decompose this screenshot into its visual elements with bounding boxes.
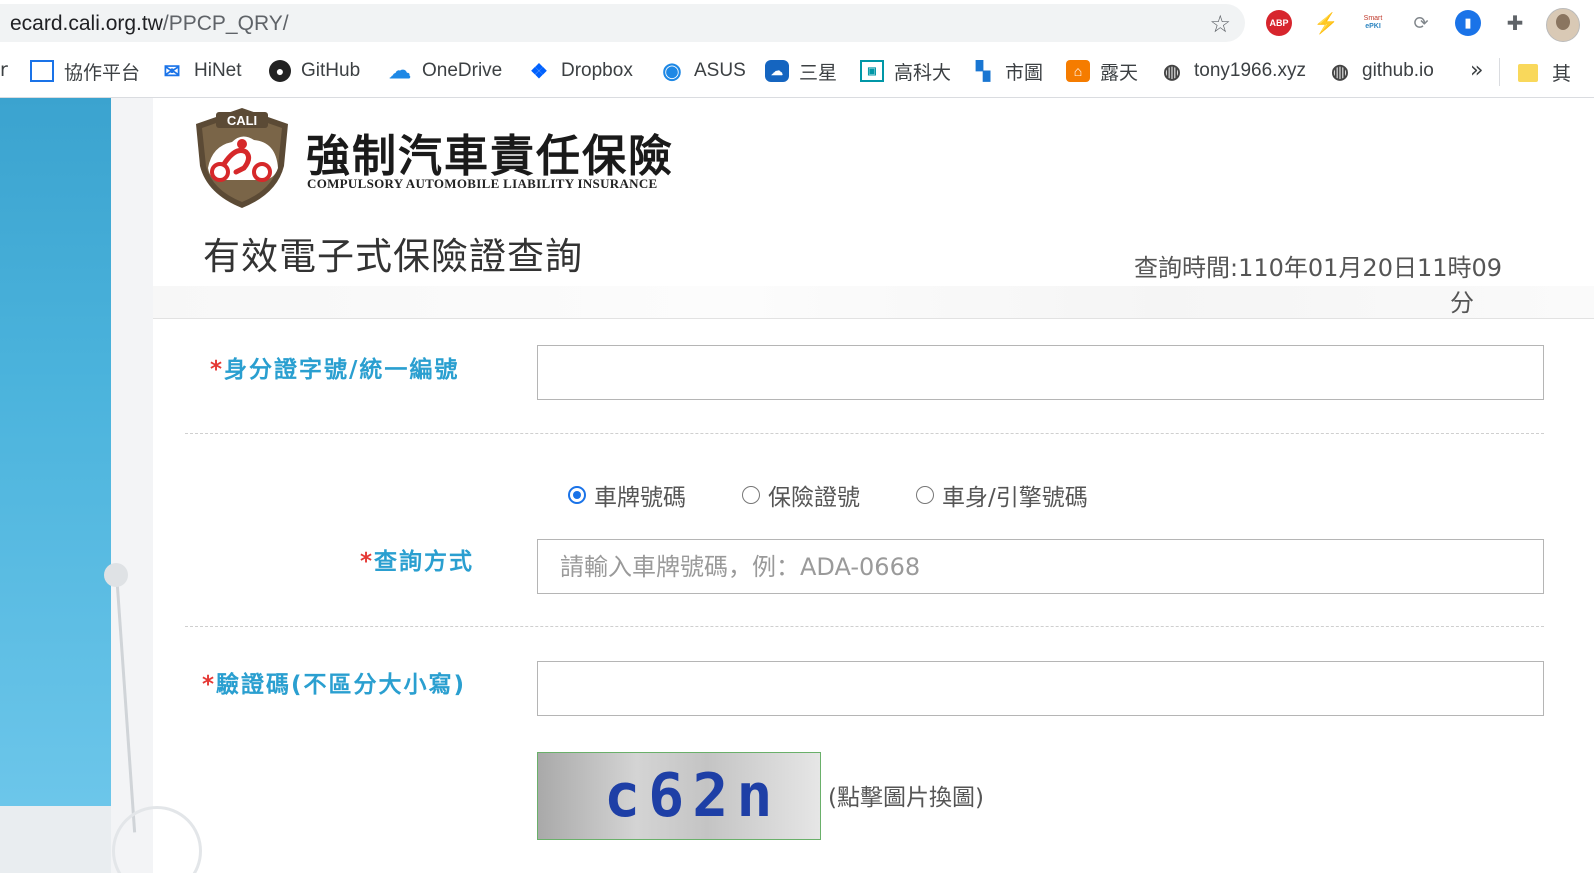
captcha-input[interactable]	[537, 661, 1544, 716]
captcha-text: c62n	[604, 761, 781, 831]
nkust-icon: ▣	[860, 60, 884, 82]
ruten-icon: ⌂	[1066, 60, 1090, 82]
logo-title: 強制汽車責任保險	[306, 131, 674, 182]
extensions-puzzle-icon[interactable]: ✚	[1502, 10, 1528, 36]
header-band	[153, 286, 1594, 318]
form-divider	[185, 433, 1544, 434]
sync-extension-icon[interactable]: ⟳	[1408, 10, 1434, 36]
grid-icon	[30, 60, 54, 82]
bookmark-label: Dropbox	[561, 60, 633, 81]
bookmark-item-githubio[interactable]: ◍ github.io	[1328, 59, 1434, 83]
bookmarks-separator	[1499, 58, 1500, 86]
radio-chassis-engine-number[interactable]: 車身/引擎號碼	[916, 478, 1088, 512]
mail-icon: ✉	[163, 60, 181, 83]
bookmark-label: HiNet	[194, 60, 242, 81]
bookmark-label: 露天	[1100, 62, 1139, 84]
bookmark-label: github.io	[1362, 60, 1434, 81]
required-mark: *	[360, 549, 375, 575]
left-decorative-panel	[0, 98, 111, 806]
bookmark-label: OneDrive	[422, 60, 503, 81]
bookmark-item-ruten[interactable]: ⌂ 露天	[1066, 59, 1139, 84]
bookmark-folder[interactable]: 其	[1518, 59, 1571, 86]
bookmark-extension-icon[interactable]: ▮	[1455, 10, 1481, 36]
query-time: 查詢時間:110年01月20日11時09	[1134, 254, 1503, 282]
bookmark-folder-label: 其	[1552, 63, 1572, 85]
query-method-label: *查詢方式	[360, 549, 475, 575]
url-text[interactable]: ecard.cali.org.tw/PPCP_QRY/	[10, 12, 289, 36]
globe-icon: ◍	[1331, 60, 1349, 83]
bookmark-item-dropbox[interactable]: ❖ Dropbox	[527, 59, 633, 83]
bookmark-label: 協作平台	[64, 62, 141, 84]
profile-avatar[interactable]	[1546, 8, 1580, 42]
radio-policy-number[interactable]: 保險證號	[742, 478, 860, 512]
radio-button[interactable]	[742, 486, 760, 504]
query-method-radio-group: 車牌號碼 保險證號 車身/引擎號碼	[568, 478, 1144, 512]
bookmark-item-github[interactable]: ● GitHub	[269, 59, 360, 83]
radio-button[interactable]	[568, 486, 586, 504]
bookmark-label: 三星	[799, 62, 838, 84]
id-number-label: *身分證字號/統一編號	[210, 357, 460, 383]
left-decorative-footer	[0, 806, 111, 873]
bookmarks-bar: r 協作平台 ✉ HiNet ● GitHub ☁ OneDrive ❖ Dro…	[0, 46, 1594, 98]
bookmarks-more-button[interactable]: »	[1470, 58, 1483, 83]
bookmark-label: tony1966.xyz	[1194, 60, 1306, 81]
header-divider	[153, 318, 1594, 319]
required-mark: *	[202, 672, 217, 698]
bookmark-star-icon[interactable]: ☆	[1209, 10, 1231, 38]
required-mark: *	[210, 357, 225, 383]
bookmark-cut-label[interactable]: r	[0, 59, 8, 81]
asus-icon: ◉	[662, 58, 682, 83]
id-number-input[interactable]	[537, 345, 1544, 400]
decorative-dot	[104, 563, 128, 587]
library-icon: ▚	[976, 60, 990, 81]
bookmark-item-collab[interactable]: 協作平台	[30, 59, 141, 84]
dropbox-icon: ❖	[530, 60, 548, 83]
radio-button[interactable]	[916, 486, 934, 504]
logo-badge-text: CALI	[227, 113, 257, 128]
bookmark-item-hinet[interactable]: ✉ HiNet	[160, 59, 242, 83]
cali-logo-icon: CALI	[196, 108, 288, 208]
page-content: CALI 強制汽車責任保險 COMPULSORY AUTOMOBILE LIAB…	[0, 98, 1594, 873]
smart-epki-icon[interactable]: Smart ePKI	[1360, 10, 1386, 36]
query-value-input[interactable]	[537, 539, 1544, 594]
bookmark-label: ASUS	[694, 60, 746, 81]
browser-toolbar: ecard.cali.org.tw/PPCP_QRY/ ☆ ABP ⚡ Smar…	[0, 0, 1594, 46]
bookmark-label: GitHub	[301, 60, 361, 81]
radio-license-plate[interactable]: 車牌號碼	[568, 478, 686, 512]
page-title: 有效電子式保險證查詢	[203, 235, 583, 278]
captcha-refresh-hint: (點擊圖片換圖)	[828, 785, 984, 811]
captcha-label: *驗證碼(不區分大小寫)	[202, 672, 467, 698]
globe-icon: ◍	[1163, 60, 1181, 83]
bookmark-item-nkust[interactable]: ▣ 高科大	[860, 59, 952, 84]
bookmark-item-library[interactable]: ▚ 市圖	[971, 59, 1044, 84]
address-bar[interactable]: ecard.cali.org.tw/PPCP_QRY/ ☆	[0, 4, 1245, 42]
adblock-plus-icon[interactable]: ABP	[1266, 10, 1292, 36]
captcha-image[interactable]: c62n	[537, 752, 821, 840]
query-time-suffix: 分	[1450, 289, 1474, 317]
folder-icon	[1518, 63, 1538, 82]
logo-subtitle: COMPULSORY AUTOMOBILE LIABILITY INSURANC…	[307, 176, 658, 191]
samsung-icon: ☁	[765, 60, 789, 82]
bookmark-label: 市圖	[1005, 62, 1044, 84]
bookmark-item-onedrive[interactable]: ☁ OneDrive	[388, 58, 503, 83]
bookmark-item-asus[interactable]: ◉ ASUS	[660, 58, 746, 83]
bookmark-label: 高科大	[894, 62, 952, 84]
left-gutter	[111, 98, 153, 873]
form-divider	[185, 626, 1544, 627]
cloud-icon: ☁	[389, 58, 411, 83]
bookmark-item-samsung[interactable]: ☁ 三星	[765, 59, 838, 84]
lightning-extension-icon[interactable]: ⚡	[1313, 10, 1339, 36]
github-icon: ●	[269, 60, 291, 82]
bookmark-item-tony1966[interactable]: ◍ tony1966.xyz	[1160, 59, 1306, 83]
